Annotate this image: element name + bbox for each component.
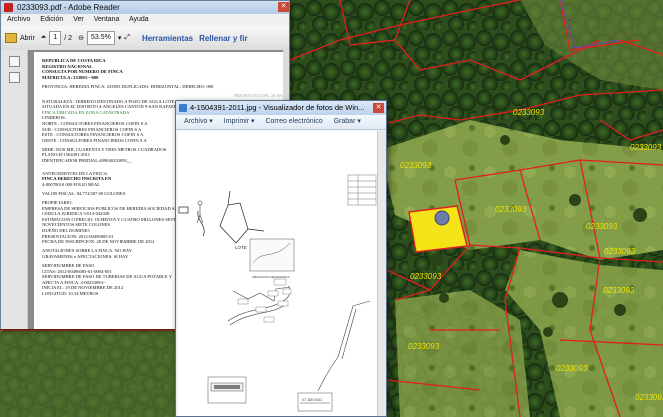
fit-page-icon[interactable]: ⤢ [124, 34, 130, 42]
viewer-scrollbar[interactable] [377, 131, 386, 416]
open-button-label: Abrir [20, 34, 35, 42]
folder-icon [5, 33, 17, 43]
parcel-label: 0233093 [495, 205, 527, 214]
menu-item-correo[interactable]: Correo electrónico [265, 118, 322, 125]
menu-item-grabar[interactable]: Grabar ▾ [334, 118, 361, 125]
parcel-label: 0233093 [408, 342, 440, 351]
reader-window-title: 0233093.pdf - Adobe Reader [17, 3, 120, 12]
page-total: / 2 [64, 34, 73, 42]
open-button[interactable]: Abrir [5, 33, 35, 43]
reader-toolbar: Abrir ⏶ 1 / 2 ⊖ 53.5% ▾ ⤢ Herramientas R… [1, 26, 289, 51]
viewer-menubar: Archivo ▾ Imprimir ▾ Correo electrónico … [176, 115, 386, 130]
reader-menubar: Archivo Edición Ver Ventana Ayuda [1, 14, 289, 26]
page-nav: ⏶ 1 / 2 [41, 31, 72, 45]
close-icon[interactable]: ✕ [373, 103, 384, 113]
plan-lote-label: LOTE [235, 245, 248, 250]
parcel-label: 0233093 [513, 108, 545, 117]
viewer-window-title: 4-1504391-2011.jpg - Visualizador de fot… [190, 103, 365, 112]
cadastral-plan-image[interactable]: LOTE UBICACION GEOGRAFICA 07 JUN 2011 [178, 131, 378, 416]
menu-item-ayuda[interactable]: Ayuda [129, 16, 149, 23]
plan-drawing: LOTE UBICACION GEOGRAFICA 07 JUN 2011 [178, 131, 378, 416]
parcel-label: 0233093 [556, 364, 588, 373]
attachment-icon[interactable] [9, 72, 20, 83]
well-marker-icon[interactable] [434, 210, 450, 226]
parcel-label: 0233093 [603, 286, 635, 295]
reader-titlebar[interactable]: 0233093.pdf - Adobe Reader [1, 1, 289, 14]
reader-navigation-pane [1, 50, 28, 329]
close-icon[interactable]: ✕ [278, 2, 289, 12]
menu-item-edicion[interactable]: Edición [40, 16, 63, 23]
tools-button[interactable]: Herramientas [142, 34, 193, 43]
map-pasture-area [0, 330, 175, 417]
menu-item-archivo[interactable]: Archivo [7, 16, 30, 23]
chevron-down-icon[interactable]: ▾ [118, 34, 122, 42]
pages-thumbnail-icon[interactable] [9, 56, 20, 67]
plan-location-label: UBICACION GEOGRAFICA [252, 275, 290, 279]
parcel-label: 0233093 [604, 247, 636, 256]
viewer-titlebar[interactable]: 4-1504391-2011.jpg - Visualizador de fot… [176, 101, 386, 115]
plan-stamp-date: 07 JUN 2011 [302, 398, 322, 402]
parcel-label: 0233093 [586, 222, 618, 231]
parcel-label: 0233093 [415, 240, 447, 249]
parcel-label: 0233093 [410, 272, 442, 281]
adobe-reader-icon [4, 3, 13, 12]
zoom-control: ⊖ 53.5% ▾ ⤢ [78, 31, 130, 45]
parcel-label: 0233093 [635, 393, 663, 402]
menu-item-imprimir[interactable]: Imprimir ▾ [224, 118, 255, 125]
photo-viewer-icon [179, 104, 187, 112]
page-number-input[interactable]: 1 [49, 31, 62, 45]
menu-item-archivo[interactable]: Archivo ▾ [184, 118, 213, 125]
parcel-label: 0233093 [630, 143, 662, 152]
zoom-input[interactable]: 53.5% [86, 31, 115, 45]
parcel-label: 0233093 [400, 161, 432, 170]
menu-item-ver[interactable]: Ver [73, 16, 84, 23]
page-up-icon[interactable]: ⏶ [41, 34, 47, 42]
photo-viewer-window[interactable]: 4-1504391-2011.jpg - Visualizador de fot… [175, 100, 387, 417]
menu-item-ventana[interactable]: Ventana [94, 16, 120, 23]
fill-sign-button[interactable]: Rellenar y fir [199, 34, 247, 43]
zoom-out-icon[interactable]: ⊖ [78, 34, 84, 42]
